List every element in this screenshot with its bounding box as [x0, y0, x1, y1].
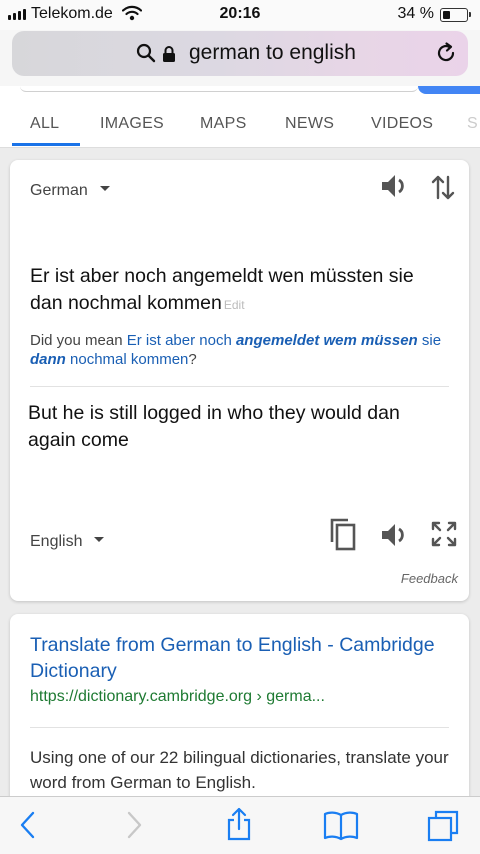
- did-you-mean: Did you mean Er ist aber noch angemeldet…: [30, 331, 450, 369]
- tabs-icon[interactable]: [426, 809, 460, 848]
- suggestion-part: sie: [421, 332, 442, 349]
- address-bar[interactable]: german to english: [12, 31, 468, 76]
- reload-icon[interactable]: [434, 41, 458, 70]
- divider: [30, 727, 449, 728]
- suggestion-correction: angemeldet wem müssen: [235, 332, 418, 349]
- source-language-select[interactable]: German: [30, 182, 110, 200]
- tab-all[interactable]: ALL: [30, 115, 59, 133]
- bookmarks-icon[interactable]: [322, 809, 360, 846]
- chevron-down-icon: [99, 186, 110, 192]
- tab-videos[interactable]: VIDEOS: [371, 115, 433, 133]
- address-bar-area: german to english: [0, 30, 480, 86]
- did-you-mean-prefix: Did you mean: [30, 332, 123, 349]
- status-bar: Telekom.de 20:16 34 %: [0, 0, 480, 30]
- back-icon[interactable]: [14, 809, 42, 846]
- speaker-icon[interactable]: [379, 520, 409, 555]
- translated-text: But he is still logged in who they would…: [28, 402, 400, 451]
- suggestion-correction: dann: [30, 351, 66, 368]
- search-box-edge: [20, 86, 418, 92]
- target-language-label: English: [30, 533, 83, 550]
- tab-maps[interactable]: MAPS: [200, 115, 247, 133]
- battery-icon: [440, 8, 471, 22]
- source-language-label: German: [30, 182, 88, 199]
- search-result-card: Translate from German to English - Cambr…: [10, 614, 469, 814]
- address-text[interactable]: german to english: [189, 41, 356, 65]
- result-title-link[interactable]: Translate from German to English - Cambr…: [30, 632, 450, 684]
- fullscreen-icon[interactable]: [430, 520, 458, 553]
- copy-icon[interactable]: [327, 517, 357, 556]
- result-snippet: Using one of our 22 bilingual dictionari…: [30, 748, 449, 792]
- tab-images[interactable]: IMAGES: [100, 115, 164, 133]
- search-icon: [136, 43, 156, 68]
- battery-percent: 34 %: [397, 5, 434, 22]
- speaker-icon[interactable]: [379, 171, 409, 206]
- source-text-value: Er ist aber noch angemeldt wen müssten s…: [30, 265, 414, 314]
- suggestion-part: Er ist aber noch: [126, 332, 232, 349]
- tab-shopping[interactable]: S: [467, 115, 478, 133]
- translator-card: German Er ist aber noch angemeldt wen mü…: [10, 160, 469, 601]
- search-tabs: ALL IMAGES MAPS NEWS VIDEOS S: [0, 86, 480, 148]
- lock-icon: [162, 45, 176, 68]
- share-icon[interactable]: [224, 806, 254, 847]
- source-text[interactable]: Er ist aber noch angemeldt wen müssten s…: [30, 263, 450, 319]
- forward-icon[interactable]: [120, 809, 148, 846]
- target-language-select[interactable]: English: [30, 533, 105, 551]
- browser-toolbar: [0, 796, 480, 854]
- chevron-down-icon: [94, 537, 105, 543]
- active-tab-indicator: [12, 143, 80, 146]
- did-you-mean-suffix: ?: [188, 351, 197, 368]
- edit-link[interactable]: Edit: [224, 298, 245, 312]
- swap-languages-icon[interactable]: [430, 173, 456, 206]
- tab-news[interactable]: NEWS: [285, 115, 334, 133]
- divider: [30, 386, 449, 387]
- search-button-edge: [418, 86, 480, 94]
- feedback-link[interactable]: Feedback: [401, 571, 458, 586]
- result-url[interactable]: https://dictionary.cambridge.org › germa…: [30, 688, 325, 706]
- suggestion-part: nochmal kommen: [70, 351, 189, 368]
